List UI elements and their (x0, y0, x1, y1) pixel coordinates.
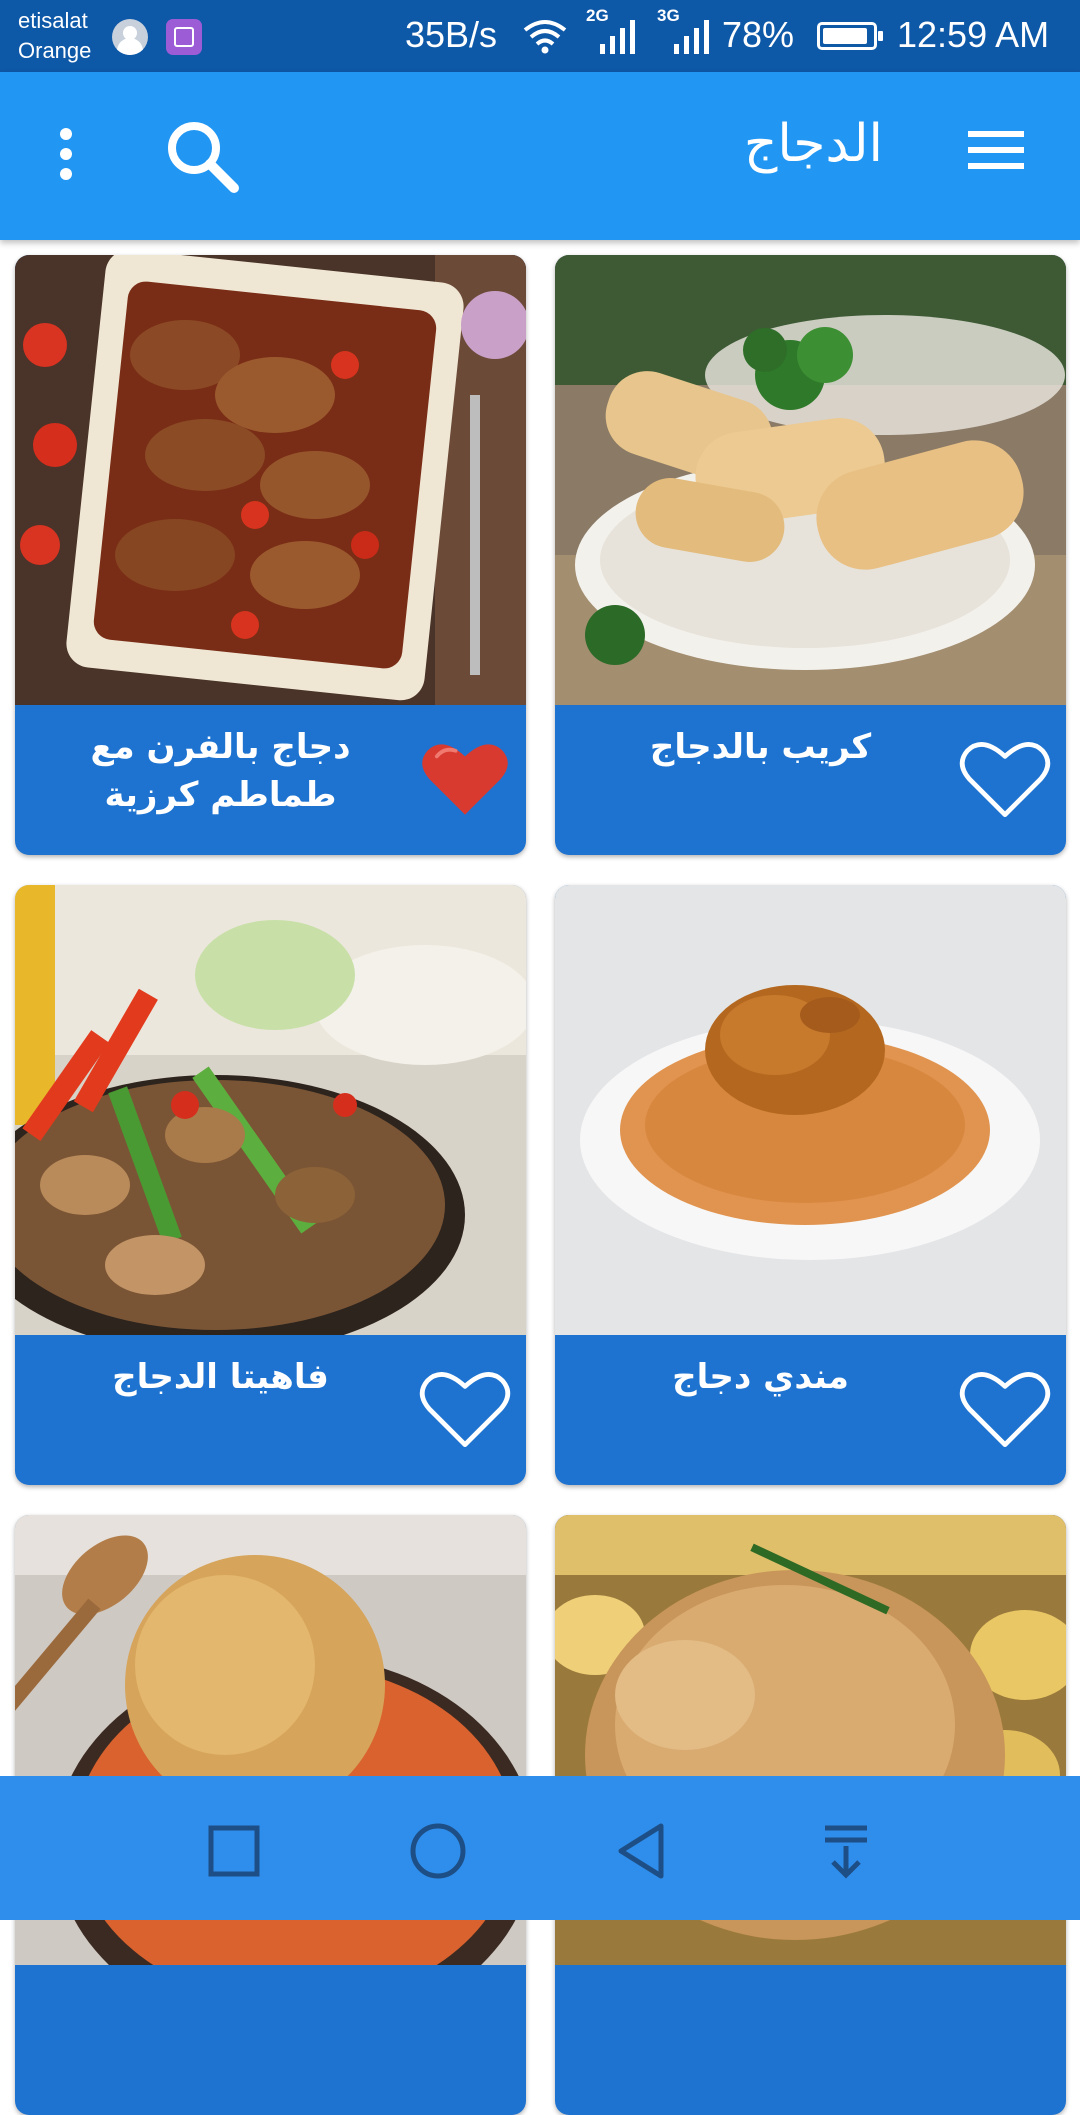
recipe-caption: دجاج بالفرن مع طماطم كرزية (15, 705, 526, 855)
hamburger-menu-icon[interactable] (966, 128, 1026, 172)
recipe-title: فاهيتا الدجاج (112, 1357, 329, 1397)
heart-outline-icon[interactable] (958, 1363, 1052, 1453)
recipe-title: دجاج بالفرن مع طماطم كرزية (90, 727, 351, 815)
crepe-photo (555, 255, 1066, 705)
square-recents-icon[interactable] (199, 1816, 269, 1886)
page-title: الدجاج (743, 114, 883, 174)
recipe-caption: كريب بالدجاج (555, 705, 1066, 855)
carrier-line1: etisalat (18, 8, 88, 33)
account-icon (112, 19, 148, 55)
network-speed: 35B/s (405, 14, 498, 55)
more-vertical-icon[interactable] (44, 124, 88, 184)
recipe-caption: مندي دجاج (555, 1335, 1066, 1485)
search-icon[interactable] (162, 116, 242, 196)
heart-filled-icon[interactable] (418, 733, 512, 823)
system-nav-bar (0, 1776, 1080, 1920)
status-bar: etisalat Orange 35B/s 2G 3G 78% 12:59 AM (0, 0, 1080, 72)
wifi-icon (523, 20, 567, 54)
carrier-info: etisalat Orange (18, 6, 91, 66)
signal-icon-2 (674, 20, 709, 54)
heart-outline-icon[interactable] (958, 733, 1052, 823)
recipe-card[interactable]: مندي دجاج (555, 885, 1066, 1485)
pull-down-notifications-icon[interactable] (811, 1816, 881, 1886)
app-bar: الدجاج (0, 72, 1080, 240)
clock: 12:59 AM (897, 14, 1050, 55)
battery-icon (817, 22, 883, 50)
recipe-caption: فاهيتا الدجاج (15, 1335, 526, 1485)
recipe-card[interactable]: دجاج بالفرن مع طماطم كرزية (15, 255, 526, 855)
oven-chicken-photo (15, 255, 526, 705)
heart-outline-icon[interactable] (418, 1363, 512, 1453)
recipe-title: مندي دجاج (672, 1357, 849, 1397)
circle-home-icon[interactable] (403, 1816, 473, 1886)
carrier-line2: Orange (18, 38, 92, 63)
signal-icon-1 (600, 20, 635, 54)
recipe-card[interactable]: فاهيتا الدجاج (15, 885, 526, 1485)
battery-percent: 78% (722, 14, 795, 55)
recipe-card[interactable]: كريب بالدجاج (555, 255, 1066, 855)
gallery-notification-icon (166, 19, 202, 55)
fajita-photo (15, 885, 526, 1335)
mandi-photo (555, 885, 1066, 1335)
recipe-title: كريب بالدجاج (649, 727, 872, 767)
triangle-back-icon[interactable] (607, 1816, 677, 1886)
